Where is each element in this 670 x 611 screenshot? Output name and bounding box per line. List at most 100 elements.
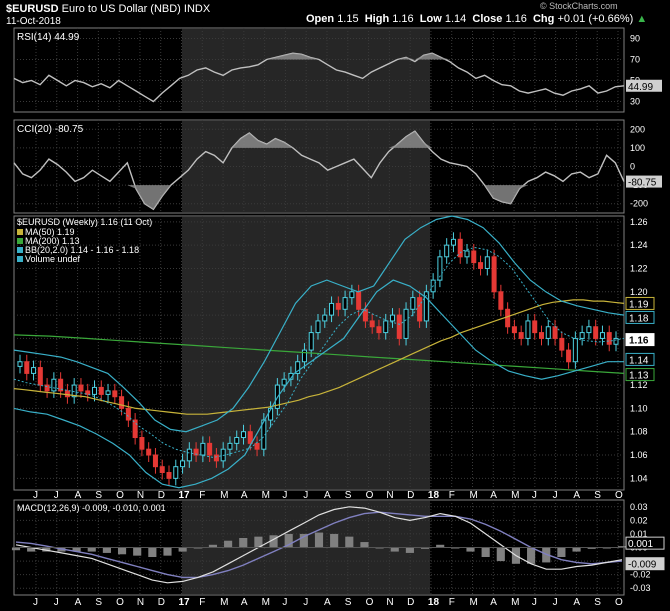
candle-body-34 [247, 431, 253, 444]
candle-body-54 [383, 320, 389, 334]
rsi-current-label: 44.99 [628, 82, 653, 93]
candle-body-53 [376, 326, 382, 334]
xtick-1-24: J [532, 597, 537, 608]
candle-body-32 [234, 437, 240, 444]
ytick-price-9: 1.08 [630, 427, 648, 437]
macd-hist-bar-36 [557, 547, 566, 557]
candle-body-68 [478, 262, 484, 269]
candle-body-52 [369, 320, 375, 328]
candle-body-9 [78, 384, 84, 392]
macd-hist-bar-30 [466, 547, 475, 552]
candle-body-24 [180, 460, 186, 468]
price-tag-label-4: 1.13 [629, 371, 649, 382]
xtick-0-15: S [345, 490, 352, 501]
ytick-cci-0: 200 [630, 124, 645, 134]
xtick-0-1: J [54, 490, 59, 501]
price-title: $EURUSD (Weekly) 1.16 (11 Oct) [17, 217, 152, 227]
xtick-1-8: F [199, 597, 205, 608]
candle-body-35 [254, 442, 260, 450]
macd-hist-bar-7 [117, 547, 127, 555]
xtick-0-7: 17 [179, 490, 191, 501]
price-tag-label-1: 1.18 [629, 313, 649, 324]
candle-body-15 [119, 396, 125, 409]
ytick-rsi-0: 90 [630, 34, 640, 44]
legend-3: Volume undef [25, 254, 81, 264]
ytick-macd-0: 0.03 [630, 502, 648, 512]
legend-swatch-1 [17, 238, 23, 244]
candle-body-25 [186, 448, 192, 462]
candle-body-55 [389, 314, 396, 322]
candle-body-21 [159, 466, 165, 474]
candle-body-57 [403, 308, 409, 339]
candle-body-7 [64, 390, 70, 398]
ytick-price-8: 1.10 [630, 403, 648, 413]
macd-hist-bar-34 [527, 547, 536, 564]
candle-body-27 [200, 442, 206, 456]
xtick-0-18: D [407, 490, 414, 501]
xtick-0-24: J [532, 490, 537, 501]
ytick-price-0: 1.26 [630, 217, 648, 227]
candle-body-72 [505, 308, 511, 328]
candle-body-67 [471, 250, 477, 264]
xtick-0-11: M [262, 490, 270, 501]
candle-body-49 [349, 291, 355, 299]
candle-body-50 [356, 291, 362, 310]
xtick-0-22: A [490, 490, 497, 501]
xtick-0-10: A [241, 490, 248, 501]
xtick-0-0: J [33, 490, 38, 501]
candle-body-2 [31, 367, 37, 374]
ytick-cci-4: -200 [630, 199, 648, 209]
xtick-1-25: J [553, 597, 558, 608]
macd-hist-bar-22 [345, 536, 354, 548]
candle-body-43 [308, 332, 314, 351]
xtick-0-8: F [199, 490, 205, 501]
macd-hist-bar-26 [405, 547, 414, 553]
cci-current-label: -80.75 [628, 178, 657, 189]
candle-body-70 [491, 256, 497, 293]
macd-hist-bar-10 [163, 547, 172, 556]
xtick-1-28: O [615, 597, 623, 608]
candle-body-31 [227, 442, 233, 450]
xtick-1-2: A [75, 597, 82, 608]
ytick-macd-1: 0.02 [630, 515, 648, 525]
xtick-0-19: 18 [428, 490, 440, 501]
candle-body-0 [17, 361, 23, 367]
candle-body-47 [335, 302, 341, 310]
candle-body-69 [484, 256, 490, 269]
xtick-1-7: 17 [179, 597, 191, 608]
macd-hist-bar-25 [390, 547, 399, 552]
candle-body-1 [24, 361, 30, 374]
stockchart: $EURUSD Euro to US Dollar (NBD) INDX 11-… [0, 0, 670, 611]
ytick-price-11: 1.04 [630, 473, 648, 483]
candle-body-58 [410, 297, 416, 310]
candle-body-46 [329, 302, 335, 316]
candle-body-42 [301, 349, 307, 363]
candle-body-87 [606, 332, 612, 345]
candle-body-20 [152, 454, 158, 468]
candle-body-79 [552, 326, 558, 339]
macd-current-label-1: -0.009 [628, 560, 657, 571]
xtick-0-4: O [116, 490, 124, 501]
xtick-0-2: A [75, 490, 82, 501]
ytick-rsi-3: 30 [630, 97, 640, 107]
candle-body-13 [105, 390, 111, 395]
candle-body-71 [498, 291, 504, 310]
xtick-0-21: M [470, 490, 478, 501]
candle-body-88 [613, 337, 619, 345]
ytick-price-3: 1.20 [630, 287, 648, 297]
macd-hist-bar-11 [178, 547, 187, 552]
candle-body-85 [593, 326, 599, 339]
candle-body-80 [559, 337, 565, 351]
xtick-0-16: O [366, 490, 374, 501]
xtick-1-5: N [137, 597, 144, 608]
xtick-1-27: S [594, 597, 601, 608]
xtick-1-23: M [511, 597, 519, 608]
xtick-1-6: D [158, 597, 165, 608]
candle-body-39 [281, 378, 287, 386]
xtick-1-11: M [262, 597, 270, 608]
ytick-rsi-1: 70 [630, 55, 640, 65]
price-tag-label-0: 1.19 [629, 299, 649, 310]
candle-body-48 [342, 297, 348, 310]
xtick-1-21: M [470, 597, 478, 608]
macd-hist-bar-23 [360, 542, 369, 548]
